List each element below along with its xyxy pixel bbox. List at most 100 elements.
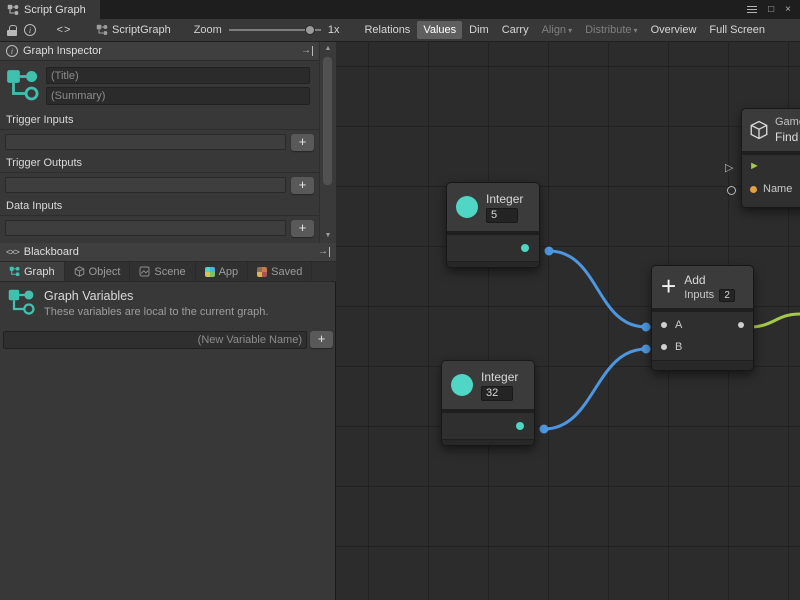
collapse-panel-icon[interactable]: → <box>318 247 330 257</box>
section-divider <box>0 215 319 216</box>
trigger-outputs-list[interactable] <box>5 177 286 193</box>
wire-add-output[interactable] <box>749 314 800 327</box>
lock-icon[interactable] <box>7 25 17 36</box>
close-icon[interactable]: × <box>785 5 791 15</box>
zoom-slider[interactable] <box>229 24 321 36</box>
dim-button[interactable]: Dim <box>463 21 495 39</box>
graph-title-input[interactable] <box>46 67 310 84</box>
tab-graph[interactable]: Graph <box>0 262 65 281</box>
saved-tab-icon <box>257 267 267 277</box>
node-integer-5[interactable]: Integer 5 <box>446 182 540 268</box>
window-menu-icon[interactable] <box>747 6 757 13</box>
app-tab-icon <box>205 267 215 277</box>
zoom-slider-knob[interactable] <box>305 25 315 35</box>
input-port-b[interactable] <box>661 344 667 350</box>
output-port[interactable] <box>521 244 529 252</box>
input-port-a[interactable] <box>661 322 667 328</box>
node-footer <box>447 261 539 267</box>
collapse-panel-icon[interactable]: → <box>301 46 313 56</box>
integer-value-field[interactable]: 32 <box>481 386 513 401</box>
tab-app-label: App <box>219 266 239 278</box>
blackboard-tabs: Graph Object Scene App <box>0 262 336 282</box>
tab-scene[interactable]: Scene <box>130 262 195 281</box>
graph-summary-input[interactable] <box>46 87 310 105</box>
node-add[interactable]: + Add Inputs 2 A B <box>651 265 754 371</box>
wire-endpoint[interactable] <box>642 345 651 354</box>
graph-asset-chip[interactable]: ScriptGraph <box>96 24 171 36</box>
wire-endpoint[interactable] <box>642 323 651 332</box>
window-controls: □ × <box>747 0 800 19</box>
name-input-port[interactable] <box>750 186 757 193</box>
overview-button[interactable]: Overview <box>645 21 703 39</box>
data-inputs-label: Data Inputs <box>6 200 62 212</box>
edit-code-button[interactable]: <> <box>43 24 85 36</box>
data-input-port-icon[interactable] <box>727 186 736 195</box>
toolbar-buttons: Relations Values Dim Carry Align ▾ Distr… <box>358 21 771 39</box>
port-a-label: A <box>675 319 682 331</box>
section-divider <box>0 129 319 130</box>
blackboard-icon: <×> <box>6 247 19 257</box>
graph-tab-icon <box>9 266 20 277</box>
wire-integer5-to-add-a[interactable] <box>549 251 646 327</box>
inputs-count-field[interactable]: 2 <box>719 289 735 302</box>
wire-endpoint[interactable] <box>540 425 549 434</box>
distribute-button[interactable]: Distribute ▾ <box>579 21 643 39</box>
port-b-label: B <box>675 341 682 353</box>
data-inputs-list[interactable] <box>5 220 286 236</box>
tab-app[interactable]: App <box>196 262 249 281</box>
wire-integer32-to-add-b[interactable] <box>544 349 646 429</box>
values-button[interactable]: Values <box>417 21 462 39</box>
graph-inspector-header: i Graph Inspector → <box>0 42 319 61</box>
inspector-scrollbar[interactable]: ▲ ▼ <box>319 42 336 243</box>
output-port[interactable] <box>738 322 744 328</box>
tab-script-graph[interactable]: Script Graph <box>0 0 100 19</box>
blackboard-title: Blackboard <box>24 246 79 258</box>
graph-variables-title: Graph Variables <box>44 289 133 303</box>
full-screen-button[interactable]: Full Screen <box>703 21 771 39</box>
node-header[interactable]: Game Object Find <box>742 109 800 155</box>
data-inputs-add-button[interactable]: + <box>291 220 314 237</box>
trigger-outputs-add-button[interactable]: + <box>291 177 314 194</box>
integer-literal-icon <box>451 374 473 396</box>
script-graph-window: Script Graph □ × i <> ScriptGraph Zoom 1… <box>0 0 800 600</box>
scrollbar-thumb[interactable] <box>323 57 332 185</box>
scroll-down-icon[interactable]: ▼ <box>320 232 336 239</box>
node-title: Add <box>684 273 735 287</box>
tab-scene-label: Scene <box>154 266 185 278</box>
trigger-inputs-add-button[interactable]: + <box>291 134 314 151</box>
tab-object[interactable]: Object <box>65 262 131 281</box>
tab-saved[interactable]: Saved <box>248 262 312 281</box>
trigger-input-port-icon[interactable]: ▷ <box>725 161 733 174</box>
script-graph-asset-icon <box>96 24 108 36</box>
maximize-icon[interactable]: □ <box>768 5 774 15</box>
scroll-up-icon[interactable]: ▲ <box>320 45 336 52</box>
carry-button[interactable]: Carry <box>496 21 535 39</box>
relations-button[interactable]: Relations <box>358 21 416 39</box>
output-port[interactable] <box>516 422 524 430</box>
titlebar: Script Graph □ × <box>0 0 800 19</box>
node-header[interactable]: Integer 32 <box>442 361 534 413</box>
wire-endpoint[interactable] <box>545 247 554 256</box>
graph-type-icon <box>5 68 39 102</box>
zoom-value: 1x <box>328 24 340 36</box>
graph-canvas[interactable]: Integer 5 Integer 32 <box>336 42 800 600</box>
add-variable-button[interactable]: + <box>310 331 333 348</box>
align-button[interactable]: Align ▾ <box>536 21 578 39</box>
flow-output-port-icon[interactable]: ► <box>749 160 760 172</box>
graph-variables-description: These variables are local to the current… <box>44 306 268 318</box>
tab-object-label: Object <box>89 266 121 278</box>
caret-down-icon: ▾ <box>634 26 638 35</box>
node-header[interactable]: Integer 5 <box>447 183 539 235</box>
trigger-inputs-label: Trigger Inputs <box>6 114 73 126</box>
node-header[interactable]: + Add Inputs 2 <box>652 266 753 312</box>
node-integer-32[interactable]: Integer 32 <box>441 360 535 446</box>
node-gameobject-find[interactable]: Game Object Find ► Name <box>741 108 800 208</box>
node-footer <box>652 360 753 370</box>
section-divider <box>0 172 319 173</box>
trigger-inputs-list[interactable] <box>5 134 286 150</box>
integer-value-field[interactable]: 5 <box>486 208 518 223</box>
info-icon[interactable]: i <box>24 24 36 36</box>
port-name-label: Name <box>763 183 792 195</box>
tab-title: Script Graph <box>24 4 86 16</box>
new-variable-name-input[interactable] <box>3 331 307 349</box>
